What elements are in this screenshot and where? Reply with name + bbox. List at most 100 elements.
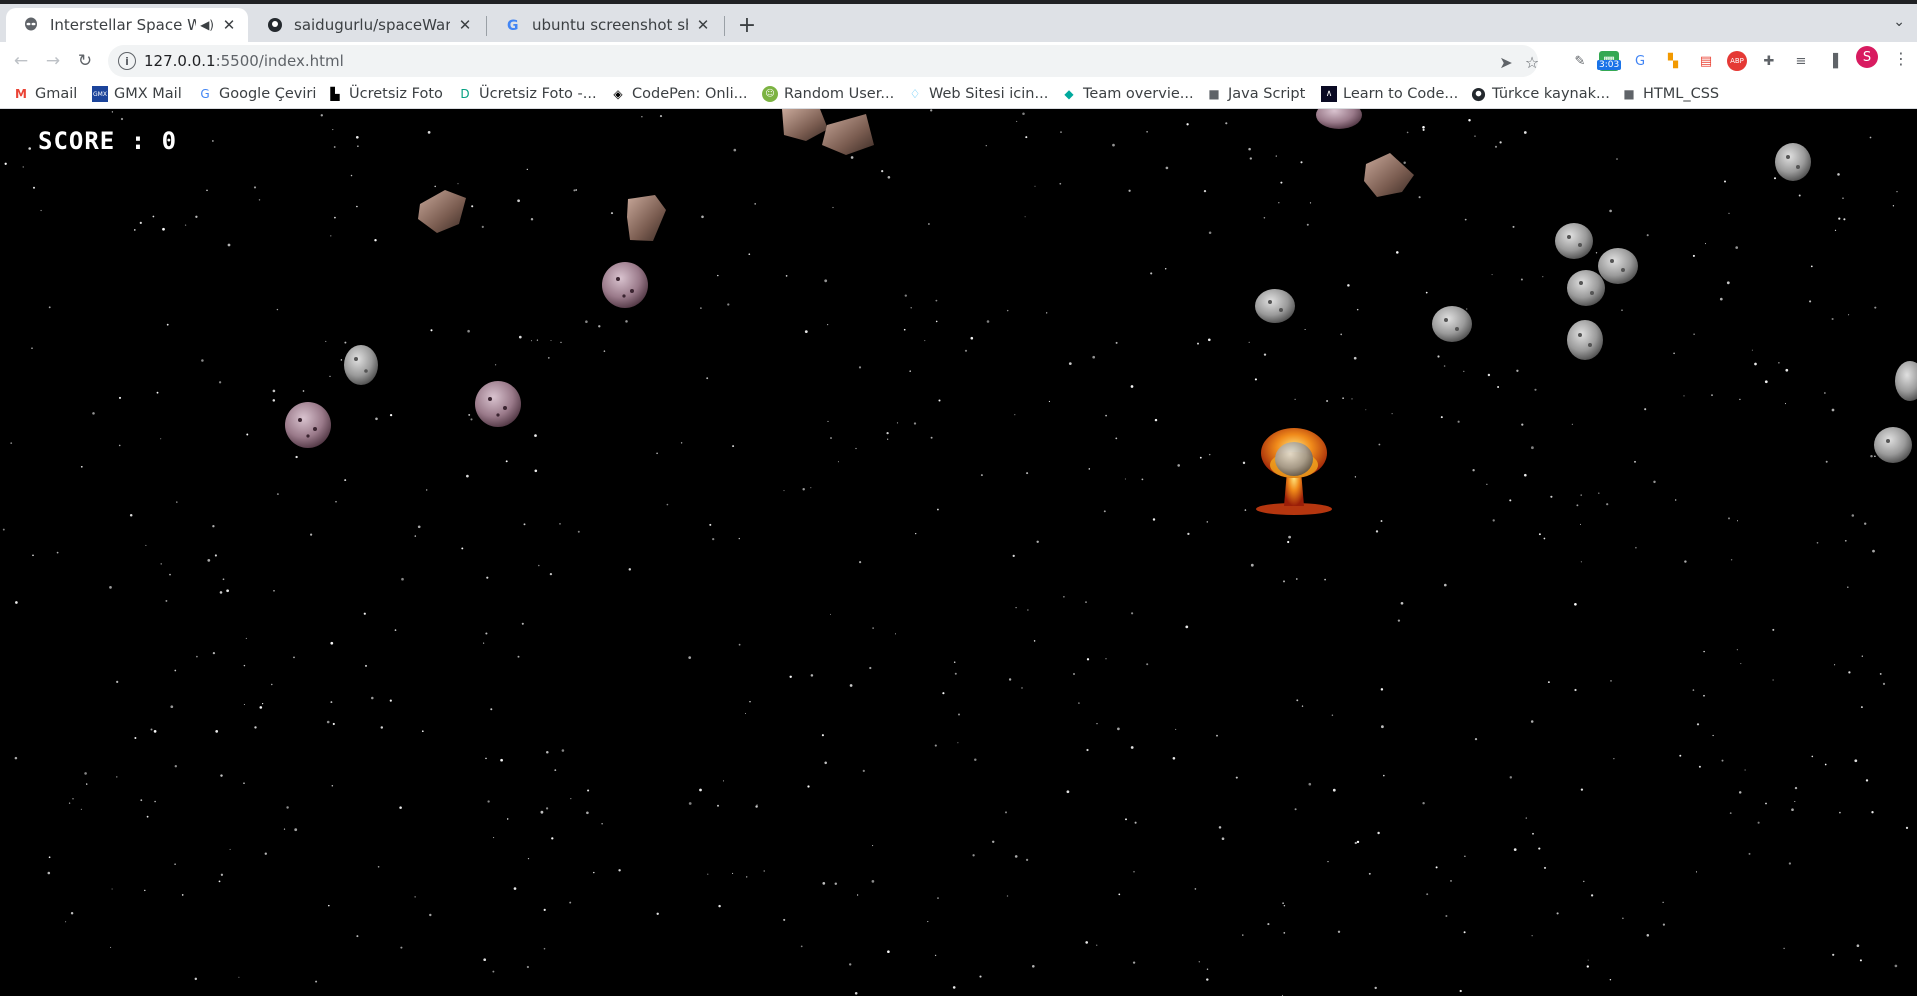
tab-title: saidugurlu/spaceWarGam: [294, 16, 450, 34]
google-icon: G: [504, 16, 522, 34]
asteroid: [1895, 361, 1917, 401]
bookmark-label: Random User...: [784, 86, 895, 102]
tab-search-chevron-icon[interactable]: ⌄: [1893, 14, 1905, 30]
team-icon: ◆: [1064, 87, 1074, 101]
bookmark-label: Gmail: [35, 86, 78, 102]
asteroid: [1874, 427, 1912, 463]
asteroid: [1432, 306, 1472, 342]
back-button[interactable]: ←: [8, 48, 34, 74]
url-text[interactable]: 127.0.0.1:5500/index.html: [144, 52, 344, 70]
asteroid: [475, 381, 521, 427]
eyedropper-icon[interactable]: ✎: [1570, 51, 1590, 71]
github-icon: [1470, 86, 1486, 102]
bookmark-label: Türkce kaynak...: [1492, 86, 1610, 102]
bookmark-label: HTML_CSS: [1643, 86, 1720, 102]
close-icon[interactable]: ✕: [694, 16, 712, 34]
bookmark-gmail[interactable]: M Gmail: [13, 83, 77, 105]
url-host: 127.0.0.1: [144, 52, 216, 70]
bookmark-label: Team overvie...: [1083, 86, 1194, 102]
bookmark-turkce-kaynak[interactable]: Türkce kaynak...: [1470, 83, 1610, 105]
puzzle-icon[interactable]: ✚: [1759, 51, 1779, 71]
game-objects: [285, 109, 1917, 515]
close-icon[interactable]: ✕: [456, 16, 474, 34]
bookmark-label: Web Sitesi icin...: [929, 86, 1049, 102]
bookmark-random-user[interactable]: ☺ Random User...: [762, 83, 894, 105]
gmx-icon: GMX: [92, 86, 108, 102]
translate-icon[interactable]: G: [1630, 51, 1650, 71]
tab-strip: Interstellar Space War ◀) ✕ saidugurlu/s…: [0, 0, 1917, 42]
codepen-icon: ◈: [613, 87, 623, 101]
side-panel-icon[interactable]: ▐: [1823, 51, 1843, 71]
tab-google-search[interactable]: G ubuntu screenshot shortc ✕: [488, 8, 722, 42]
asteroid: [822, 114, 874, 155]
adblock-icon[interactable]: ABP: [1727, 51, 1747, 71]
bookmarks-bar: M Gmail GMX GMX Mail G Google Çeviri ▙ Ü…: [0, 80, 1917, 109]
url-path: :5500/index.html: [215, 52, 344, 70]
bookmark-gmx-mail[interactable]: GMX GMX Mail: [92, 83, 182, 105]
asteroid: [1364, 153, 1414, 197]
bookmark-codepen[interactable]: ◈ CodePen: Onli...: [610, 83, 747, 105]
browser-window: Interstellar Space War ◀) ✕ saidugurlu/s…: [0, 0, 1917, 996]
bookmark-folder-java-script[interactable]: ■ Java Script: [1206, 83, 1305, 105]
send-icon[interactable]: ➤: [1495, 51, 1517, 73]
more-menu-icon[interactable]: ⋮: [1893, 49, 1909, 68]
tab-interstellar-space-war[interactable]: Interstellar Space War ◀) ✕: [6, 8, 248, 42]
asteroid: [602, 262, 648, 308]
alien-icon: [22, 16, 40, 34]
tab-divider: [486, 16, 487, 36]
asteroid: [344, 345, 378, 385]
toolbar: ← → ↻ i 127.0.0.1:5500/index.html ➤ ☆ ✎ …: [0, 42, 1917, 80]
asteroid: [1598, 248, 1638, 284]
bookmark-label: Ücretsiz Foto: [349, 86, 443, 102]
bookmark-ucretsiz-foto-2[interactable]: D Ücretsiz Foto -...: [457, 83, 597, 105]
speaker-icon[interactable]: ◀): [200, 18, 214, 32]
github-icon: [266, 16, 284, 34]
gmail-icon: M: [15, 87, 27, 101]
bookmark-label: Java Script: [1228, 86, 1306, 102]
asteroid: [1567, 320, 1603, 360]
reading-list-icon[interactable]: ≡: [1791, 51, 1811, 71]
bookmark-web-sitesi[interactable]: ♢ Web Sitesi icin...: [907, 83, 1049, 105]
folder-icon: ■: [1208, 87, 1220, 101]
calendar-icon[interactable]: ▤: [1696, 51, 1716, 71]
highlighter-icon[interactable]: ▚: [1663, 51, 1683, 71]
bookmark-label: GMX Mail: [114, 86, 182, 102]
randomuser-icon: ☺: [762, 86, 778, 102]
tab-title: ubuntu screenshot shortc: [532, 16, 688, 34]
asteroid: [782, 109, 828, 141]
address-bar[interactable]: i 127.0.0.1:5500/index.html ➤ ☆: [108, 45, 1539, 77]
extension-badge: 3:03: [1597, 60, 1622, 70]
translate-icon: G: [200, 87, 210, 101]
unsplash-icon: ▙: [330, 87, 340, 101]
asteroid: [1316, 109, 1362, 129]
tab-github-repo[interactable]: saidugurlu/spaceWarGam ✕: [250, 8, 484, 42]
freecodecamp-icon: ∧: [1321, 86, 1337, 102]
reload-button[interactable]: ↻: [72, 48, 98, 74]
asteroid: [285, 402, 331, 448]
forward-button[interactable]: →: [40, 48, 66, 74]
bookmark-google-ceviri[interactable]: G Google Çeviri: [197, 83, 316, 105]
profile-avatar[interactable]: S: [1856, 46, 1878, 68]
new-tab-button[interactable]: +: [734, 12, 760, 38]
photo-icon: D: [460, 87, 470, 101]
bookmark-learn-to-code[interactable]: ∧ Learn to Code...: [1321, 83, 1458, 105]
star-icon[interactable]: ☆: [1521, 51, 1543, 73]
bookmark-ucretsiz-foto[interactable]: ▙ Ücretsiz Foto: [327, 83, 443, 105]
bookmark-label: Learn to Code...: [1343, 86, 1459, 102]
explosion: [1256, 428, 1332, 515]
bookmark-team-overview[interactable]: ◆ Team overvie...: [1061, 83, 1194, 105]
bookmark-label: Ücretsiz Foto -...: [479, 86, 597, 102]
asteroid: [1255, 289, 1295, 323]
bookmark-folder-html-css[interactable]: ■ HTML_CSS: [1621, 83, 1719, 105]
tab-divider: [724, 16, 725, 36]
bookmark-label: CodePen: Onli...: [632, 86, 748, 102]
game-canvas[interactable]: SCORE : 0: [0, 109, 1917, 996]
site-info-icon[interactable]: i: [118, 52, 136, 70]
close-icon[interactable]: ✕: [220, 16, 238, 34]
svg-text:G: G: [507, 18, 519, 33]
folder-icon: ■: [1623, 87, 1635, 101]
asteroid: [1775, 143, 1811, 181]
asteroid: [627, 195, 666, 241]
asteroid: [1567, 270, 1605, 306]
bookmark-label: Google Çeviri: [219, 86, 317, 102]
